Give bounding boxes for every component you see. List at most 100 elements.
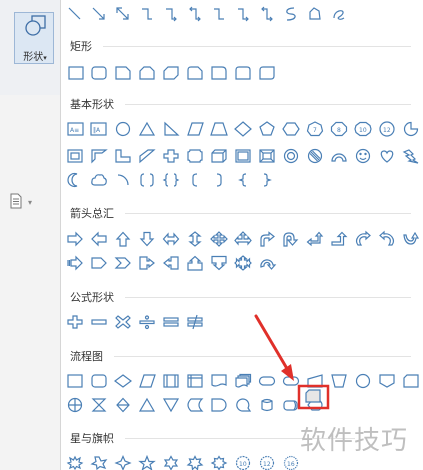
flowchart-offpage-connector-icon[interactable]: [379, 374, 395, 388]
flowchart-terminator-icon[interactable]: [258, 376, 276, 386]
document-dropdown-caret[interactable]: ▾: [28, 198, 32, 207]
left-brace-icon[interactable]: [238, 173, 247, 187]
plaque-icon[interactable]: [187, 149, 203, 163]
bevel-icon[interactable]: [259, 149, 275, 163]
elbow-connector-icon[interactable]: [142, 8, 152, 20]
left-arrow-callout-icon[interactable]: [163, 256, 179, 270]
explosion-1-icon[interactable]: [66, 455, 84, 470]
oval-icon[interactable]: [115, 121, 131, 137]
decagon-icon[interactable]: 10: [354, 121, 372, 137]
pentagon-arrow-icon[interactable]: [91, 257, 107, 269]
double-arrow-line-icon[interactable]: [116, 7, 129, 20]
quad-arrow-icon[interactable]: [210, 231, 228, 247]
flowchart-predefined-process-icon[interactable]: [163, 374, 179, 388]
star-7-point-icon[interactable]: [186, 455, 204, 470]
heart-icon[interactable]: [380, 150, 394, 163]
explosion-2-icon[interactable]: [90, 456, 108, 470]
curved-up-arrow-icon[interactable]: [403, 231, 420, 245]
right-arrow-callout-icon[interactable]: [139, 256, 155, 270]
star-16-point-icon[interactable]: 16: [283, 455, 299, 470]
line-shape-icon[interactable]: [68, 7, 81, 20]
flowchart-summing-junction-icon[interactable]: [67, 397, 83, 413]
math-equal-icon[interactable]: [163, 317, 179, 327]
chevron-arrow-icon[interactable]: [114, 257, 131, 269]
flowchart-stored-data-icon[interactable]: [187, 398, 204, 412]
snip-same-side-rectangle-icon[interactable]: [139, 66, 155, 80]
flowchart-preparation-icon[interactable]: [282, 376, 300, 386]
math-minus-icon[interactable]: [91, 319, 107, 325]
left-bracket-icon[interactable]: [192, 173, 198, 187]
plus-shape-icon[interactable]: [163, 149, 179, 163]
round-single-corner-rectangle-icon[interactable]: [211, 66, 227, 80]
down-arrow-callout-icon[interactable]: [211, 255, 227, 271]
block-arc-icon[interactable]: [331, 153, 347, 162]
hexagon-icon[interactable]: [282, 122, 300, 136]
snip-round-rectangle-icon[interactable]: [187, 66, 203, 80]
snip-diagonal-rectangle-icon[interactable]: [163, 66, 179, 80]
flowchart-alternate-process-icon[interactable]: [91, 374, 107, 388]
cube-icon[interactable]: [235, 149, 251, 163]
curved-arrow-connector-icon[interactable]: [238, 8, 249, 22]
curve-icon[interactable]: [286, 7, 296, 21]
half-frame-icon[interactable]: [91, 149, 108, 164]
smiley-face-icon[interactable]: [355, 148, 371, 164]
up-arrow-callout-icon[interactable]: [187, 255, 203, 271]
round-diagonal-rectangle-icon[interactable]: [259, 66, 275, 80]
u-turn-arrow-icon[interactable]: [283, 232, 299, 247]
bent-arrow-icon[interactable]: [260, 231, 275, 247]
diagonal-stripe-icon[interactable]: [139, 149, 156, 164]
math-divide-icon[interactable]: [139, 315, 155, 330]
text-box-icon[interactable]: A≡: [67, 122, 84, 136]
lightning-bolt-icon[interactable]: [402, 149, 419, 164]
vertical-text-box-icon[interactable]: ‖A: [90, 122, 107, 136]
double-bracket-icon[interactable]: [140, 173, 154, 187]
right-arrow-icon[interactable]: [67, 231, 83, 247]
left-right-up-arrow-icon[interactable]: [234, 231, 252, 246]
flowchart-direct-access-storage-icon[interactable]: [283, 400, 298, 411]
up-down-arrow-icon[interactable]: [188, 231, 202, 247]
parallelogram-icon[interactable]: [187, 122, 204, 136]
octagon-icon[interactable]: 8: [330, 121, 348, 137]
moon-icon[interactable]: [67, 172, 78, 188]
flowchart-extract-icon[interactable]: [138, 397, 156, 412]
right-brace-icon[interactable]: [263, 173, 272, 187]
left-arrow-icon[interactable]: [91, 231, 107, 247]
math-not-equal-icon[interactable]: [187, 314, 203, 330]
heptagon-icon[interactable]: 7: [306, 121, 324, 137]
math-plus-icon[interactable]: [67, 315, 83, 329]
right-bracket-icon[interactable]: [216, 173, 222, 187]
star-6-point-icon[interactable]: [163, 455, 179, 470]
flowchart-internal-storage-icon[interactable]: [187, 374, 203, 388]
double-brace-icon[interactable]: [162, 173, 180, 187]
snip-single-corner-rectangle-icon[interactable]: [115, 66, 131, 80]
freeform-icon[interactable]: [309, 7, 321, 20]
curved-double-arrow-connector-icon[interactable]: [261, 6, 273, 22]
flowchart-decision-icon[interactable]: [114, 374, 132, 388]
curved-right-arrow-icon[interactable]: [355, 230, 371, 246]
trapezoid-icon[interactable]: [210, 122, 228, 136]
flowchart-sequential-access-storage-icon[interactable]: [236, 398, 252, 412]
flowchart-data-icon[interactable]: [139, 374, 156, 388]
bent-up-arrow-icon[interactable]: [331, 231, 348, 246]
l-shape-icon[interactable]: [115, 149, 131, 163]
elbow-double-arrow-connector-icon[interactable]: [189, 6, 201, 22]
flowchart-display-icon[interactable]: [307, 399, 323, 411]
elbow-arrow-connector-icon[interactable]: [166, 8, 177, 22]
rounded-rectangle-icon[interactable]: [91, 66, 107, 80]
right-triangle-icon[interactable]: [164, 121, 180, 136]
star-8-point-icon[interactable]: [210, 455, 228, 470]
diamond-icon[interactable]: [234, 121, 252, 137]
frame-icon[interactable]: [67, 149, 83, 163]
pentagon-icon[interactable]: [259, 121, 275, 136]
flowchart-manual-operation-icon[interactable]: [331, 374, 347, 388]
curved-connector-icon[interactable]: [214, 8, 224, 20]
flowchart-sort-icon[interactable]: [116, 397, 130, 413]
scribble-icon[interactable]: [333, 10, 345, 20]
up-arrow-icon[interactable]: [115, 231, 131, 247]
curved-left-arrow-icon[interactable]: [379, 230, 395, 246]
round-same-side-rectangle-icon[interactable]: [235, 66, 251, 80]
flowchart-delay-icon[interactable]: [211, 398, 227, 412]
shapes-button[interactable]: 形状▾: [14, 12, 54, 64]
star-5-point-icon[interactable]: [138, 454, 156, 470]
quad-arrow-callout-icon[interactable]: [234, 255, 252, 271]
